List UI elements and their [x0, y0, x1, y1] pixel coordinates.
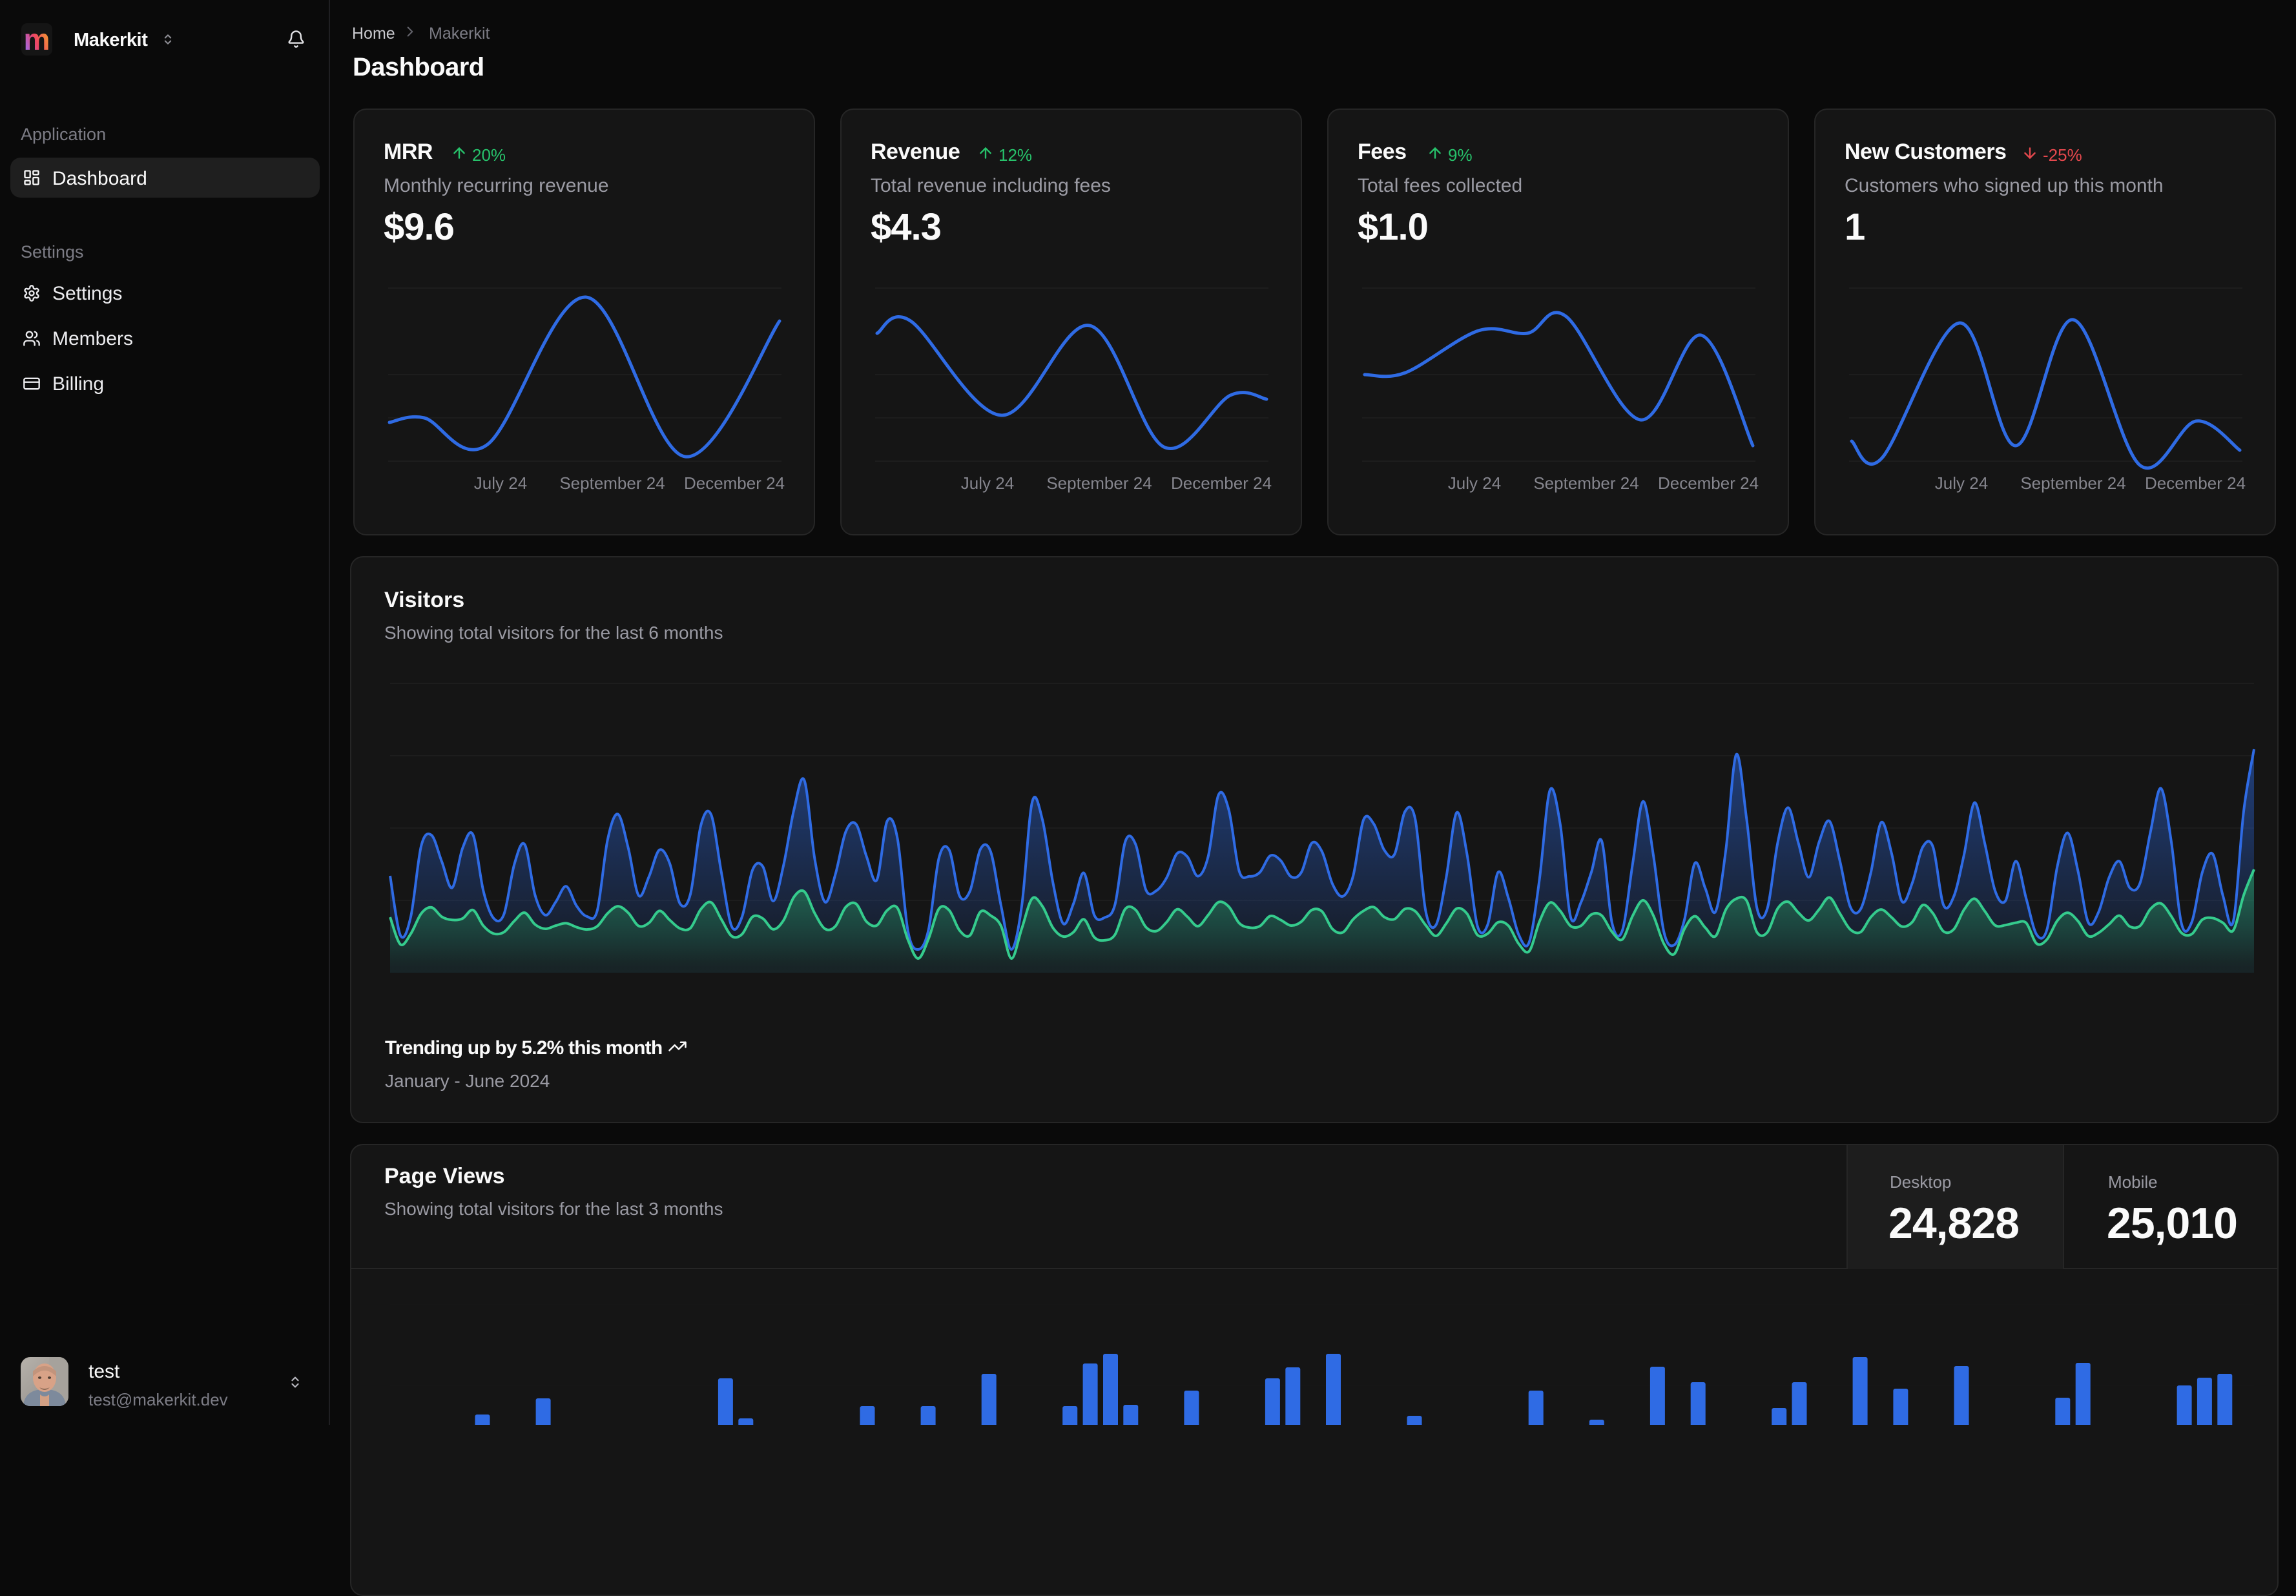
svg-text:September 24: September 24 [2020, 473, 2125, 493]
svg-text:September 24: September 24 [1533, 473, 1639, 493]
svg-text:July 24: July 24 [961, 473, 1014, 493]
svg-text:December 24: December 24 [1658, 473, 1759, 493]
svg-text:December 24: December 24 [684, 473, 785, 493]
svg-text:m: m [24, 23, 50, 56]
svg-text:September 24: September 24 [559, 473, 665, 493]
svg-text:July 24: July 24 [1935, 473, 1988, 493]
svg-text:July 24: July 24 [474, 473, 527, 493]
svg-text:September 24: September 24 [1046, 473, 1152, 493]
svg-text:December 24: December 24 [1171, 473, 1272, 493]
svg-text:December 24: December 24 [2145, 473, 2246, 493]
svg-text:July 24: July 24 [1448, 473, 1501, 493]
